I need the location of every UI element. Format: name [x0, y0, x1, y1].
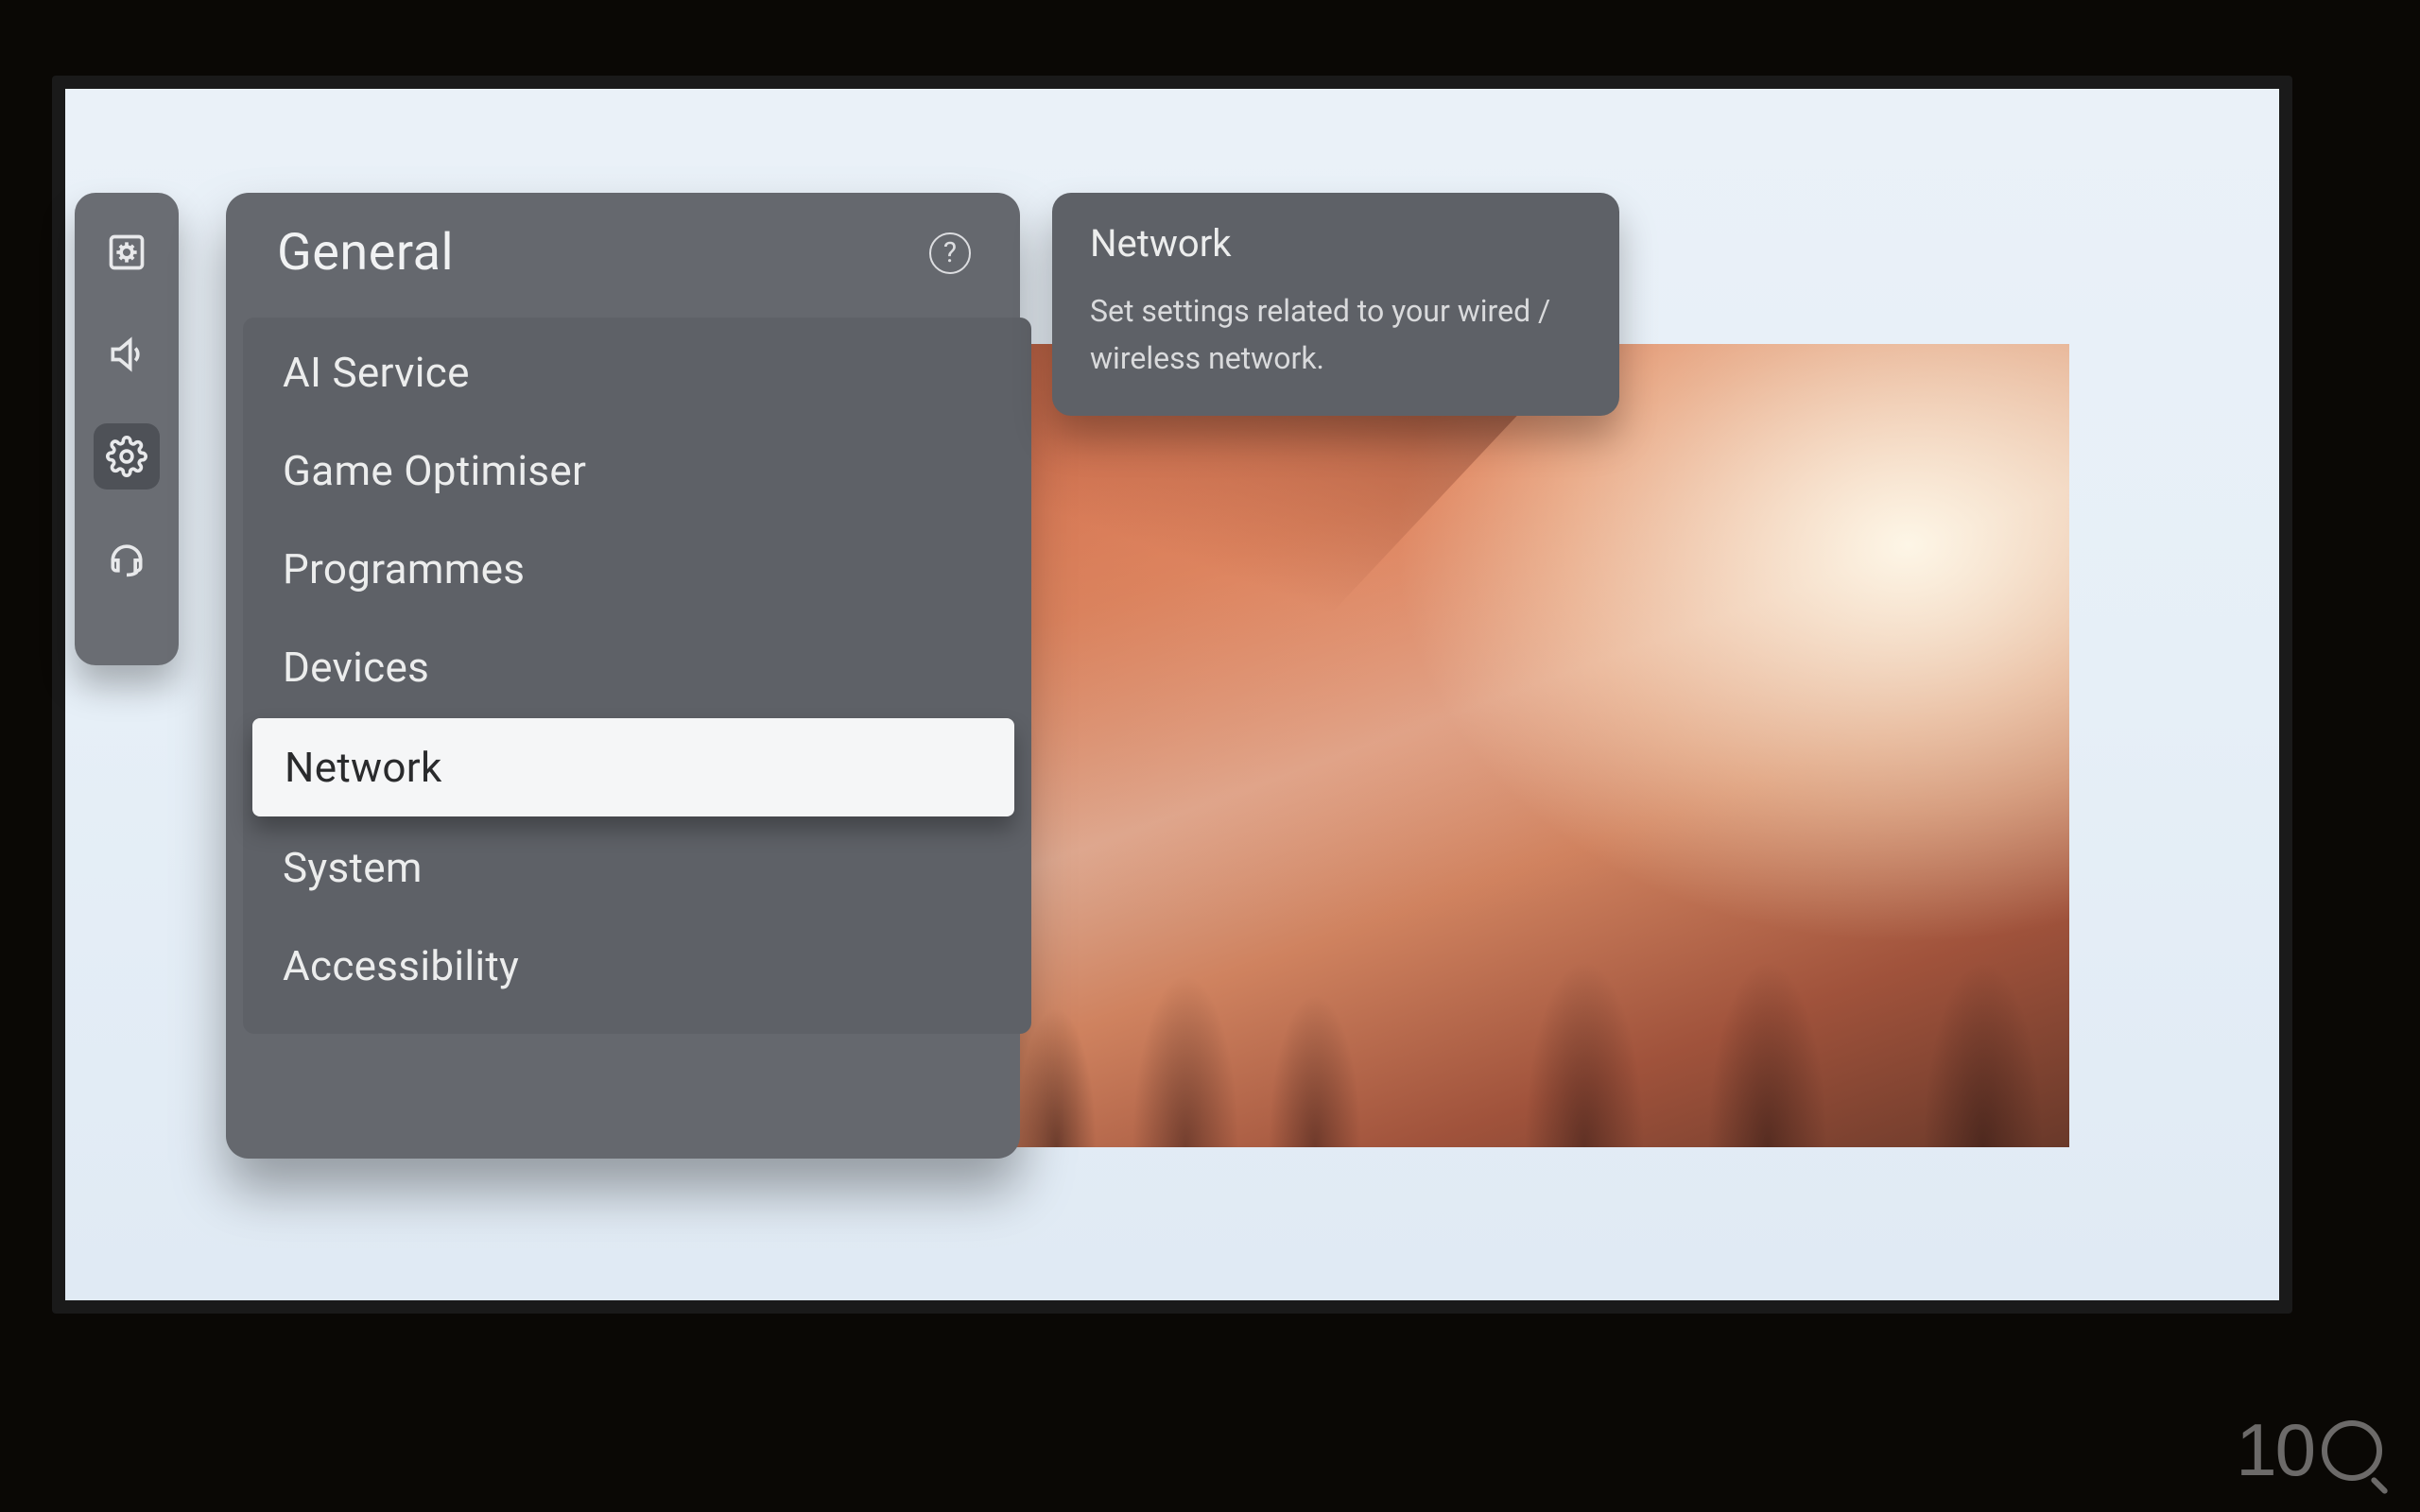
support-icon[interactable] [94, 525, 160, 592]
menu-item-ai-service[interactable]: AI Service [243, 323, 1031, 421]
wallpaper-art [992, 344, 2069, 1147]
menu-item-system[interactable]: System [243, 818, 1031, 917]
menu-item-programmes[interactable]: Programmes [243, 520, 1031, 618]
magnifier-icon [2322, 1420, 2382, 1481]
menu-item-game-optimiser[interactable]: Game Optimiser [243, 421, 1031, 520]
general-settings-panel: General ? AI Service Game Optimiser Prog… [226, 193, 1020, 1159]
menu-item-devices[interactable]: Devices [243, 618, 1031, 716]
menu-item-network[interactable]: Network [252, 718, 1014, 816]
general-menu-list: AI Service Game Optimiser Programmes Dev… [243, 318, 1031, 1034]
watermark: 10 [2236, 1407, 2382, 1493]
tv-frame: General ? AI Service Game Optimiser Prog… [52, 76, 2292, 1314]
panel-title: General [277, 223, 454, 283]
sound-icon[interactable] [94, 321, 160, 387]
description-card: Network Set settings related to your wir… [1052, 193, 1619, 416]
description-body: Set settings related to your wired / wir… [1090, 288, 1582, 382]
description-title: Network [1090, 221, 1582, 266]
help-button[interactable]: ? [929, 232, 971, 274]
settings-category-sidebar [75, 193, 179, 665]
watermark-text: 10 [2236, 1407, 2314, 1493]
menu-item-accessibility[interactable]: Accessibility [243, 917, 1031, 1015]
tv-screen: General ? AI Service Game Optimiser Prog… [65, 89, 2279, 1300]
panel-header: General ? [226, 193, 1020, 305]
picture-icon[interactable] [94, 219, 160, 285]
settings-icon[interactable] [94, 423, 160, 490]
